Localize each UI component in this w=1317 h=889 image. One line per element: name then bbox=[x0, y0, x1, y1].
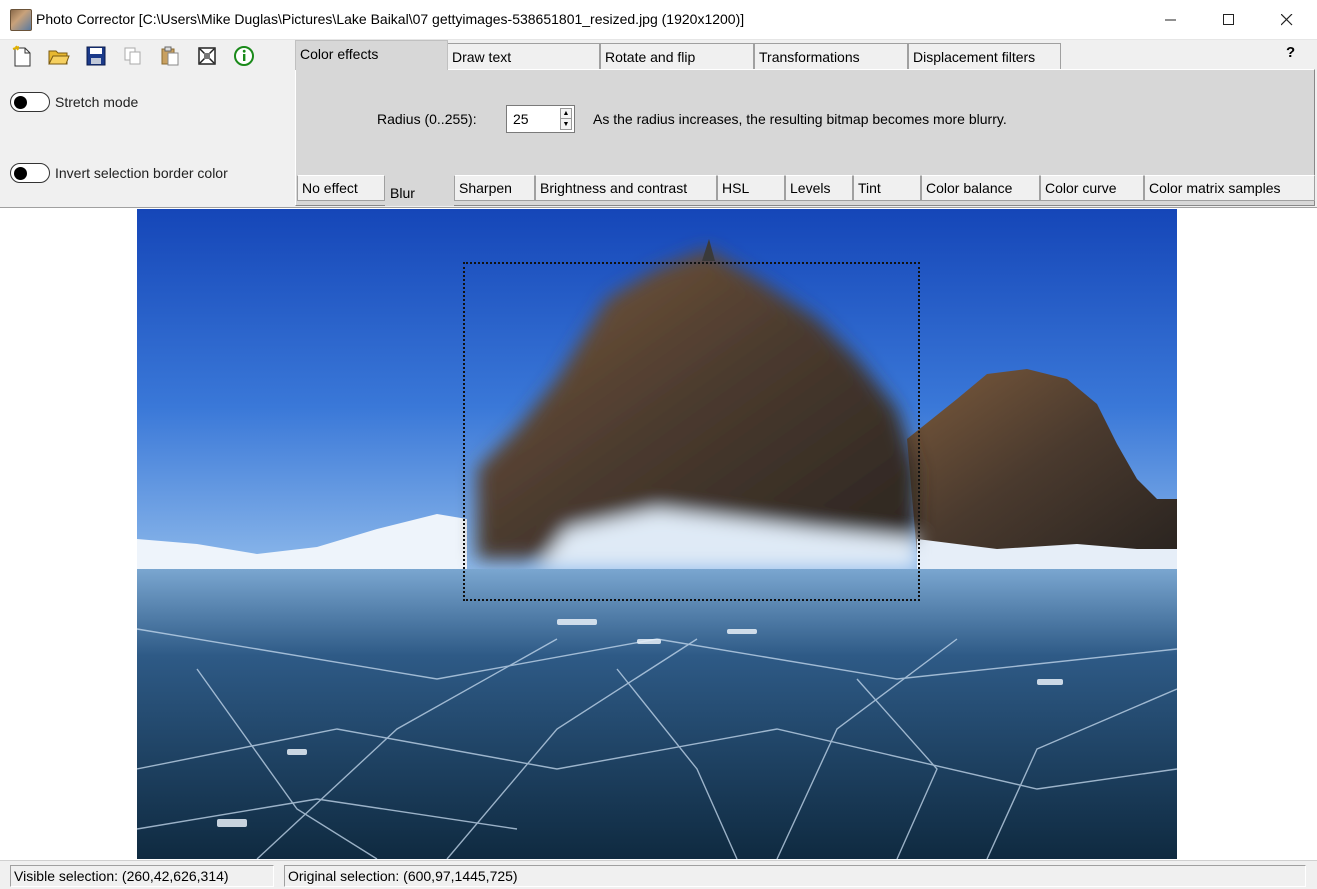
original-selection-status: Original selection: (600,97,1445,725) bbox=[284, 865, 1306, 887]
radius-value[interactable]: 25 bbox=[513, 111, 529, 127]
tab-levels[interactable]: Levels bbox=[785, 175, 853, 201]
info-button[interactable] bbox=[230, 44, 258, 68]
invert-border-row: Invert selection border color bbox=[10, 163, 228, 183]
toolbar bbox=[8, 44, 267, 70]
tab-transformations[interactable]: Transformations bbox=[754, 43, 908, 69]
spin-up-icon[interactable]: ▲ bbox=[560, 108, 572, 119]
info-icon bbox=[234, 46, 254, 66]
status-bar: Visible selection: (260,42,626,314) Orig… bbox=[0, 860, 1317, 889]
minimize-button[interactable] bbox=[1142, 0, 1200, 40]
options-panel: Stretch mode Invert selection border col… bbox=[0, 40, 292, 208]
tab-brightness-contrast[interactable]: Brightness and contrast bbox=[535, 175, 717, 201]
stretch-mode-label: Stretch mode bbox=[55, 94, 139, 110]
paste-icon bbox=[161, 46, 179, 66]
title-bar: Photo Corrector [C:\Users\Mike Duglas\Pi… bbox=[0, 0, 1317, 40]
spin-down-icon[interactable]: ▼ bbox=[560, 119, 572, 130]
image-canvas[interactable] bbox=[0, 208, 1317, 860]
fit-icon bbox=[198, 47, 216, 65]
fit-button[interactable] bbox=[193, 44, 221, 68]
paste-button[interactable] bbox=[156, 44, 184, 68]
selection-rectangle[interactable] bbox=[463, 262, 920, 601]
new-icon bbox=[12, 45, 31, 67]
tab-color-effects[interactable]: Color effects bbox=[295, 40, 448, 70]
close-button[interactable] bbox=[1258, 0, 1316, 40]
radius-description: As the radius increases, the resulting b… bbox=[593, 111, 1007, 127]
new-button[interactable] bbox=[8, 44, 36, 68]
minimize-icon bbox=[1165, 19, 1176, 21]
save-button[interactable] bbox=[82, 44, 110, 68]
tab-hsl[interactable]: HSL bbox=[717, 175, 785, 201]
copy-icon bbox=[124, 47, 141, 65]
app-icon bbox=[10, 9, 32, 31]
tab-color-matrix-samples[interactable]: Color matrix samples bbox=[1144, 175, 1315, 201]
window-title: Photo Corrector [C:\Users\Mike Duglas\Pi… bbox=[36, 11, 745, 27]
effects-tabs: Color effects Draw text Rotate and flip … bbox=[292, 40, 1317, 208]
stretch-mode-row: Stretch mode bbox=[10, 92, 138, 112]
tab-displacement-filters[interactable]: Displacement filters bbox=[908, 43, 1061, 69]
tab-blur[interactable]: Blur bbox=[385, 175, 454, 206]
tab-color-curve[interactable]: Color curve bbox=[1040, 175, 1144, 201]
visible-selection-status: Visible selection: (260,42,626,314) bbox=[10, 865, 274, 887]
tab-no-effect[interactable]: No effect bbox=[297, 175, 385, 201]
radius-label: Radius (0..255): bbox=[377, 111, 477, 127]
invert-border-label: Invert selection border color bbox=[55, 165, 228, 181]
open-folder-icon bbox=[48, 50, 70, 65]
maximize-button[interactable] bbox=[1200, 0, 1258, 40]
tab-rotate-flip[interactable]: Rotate and flip bbox=[600, 43, 754, 69]
tab-draw-text[interactable]: Draw text bbox=[447, 43, 600, 69]
copy-button[interactable] bbox=[119, 44, 147, 68]
tab-color-balance[interactable]: Color balance bbox=[921, 175, 1040, 201]
maximize-icon bbox=[1223, 14, 1234, 25]
help-button[interactable]: ? bbox=[1286, 44, 1295, 61]
invert-border-toggle[interactable] bbox=[10, 163, 50, 183]
tab-tint[interactable]: Tint bbox=[853, 175, 921, 201]
stretch-mode-toggle[interactable] bbox=[10, 92, 50, 112]
open-button[interactable] bbox=[45, 44, 73, 68]
save-icon bbox=[86, 46, 106, 66]
radius-spinner[interactable]: 25 ▲ ▼ bbox=[506, 105, 575, 133]
tab-sharpen[interactable]: Sharpen bbox=[454, 175, 535, 201]
close-icon bbox=[1281, 14, 1293, 26]
